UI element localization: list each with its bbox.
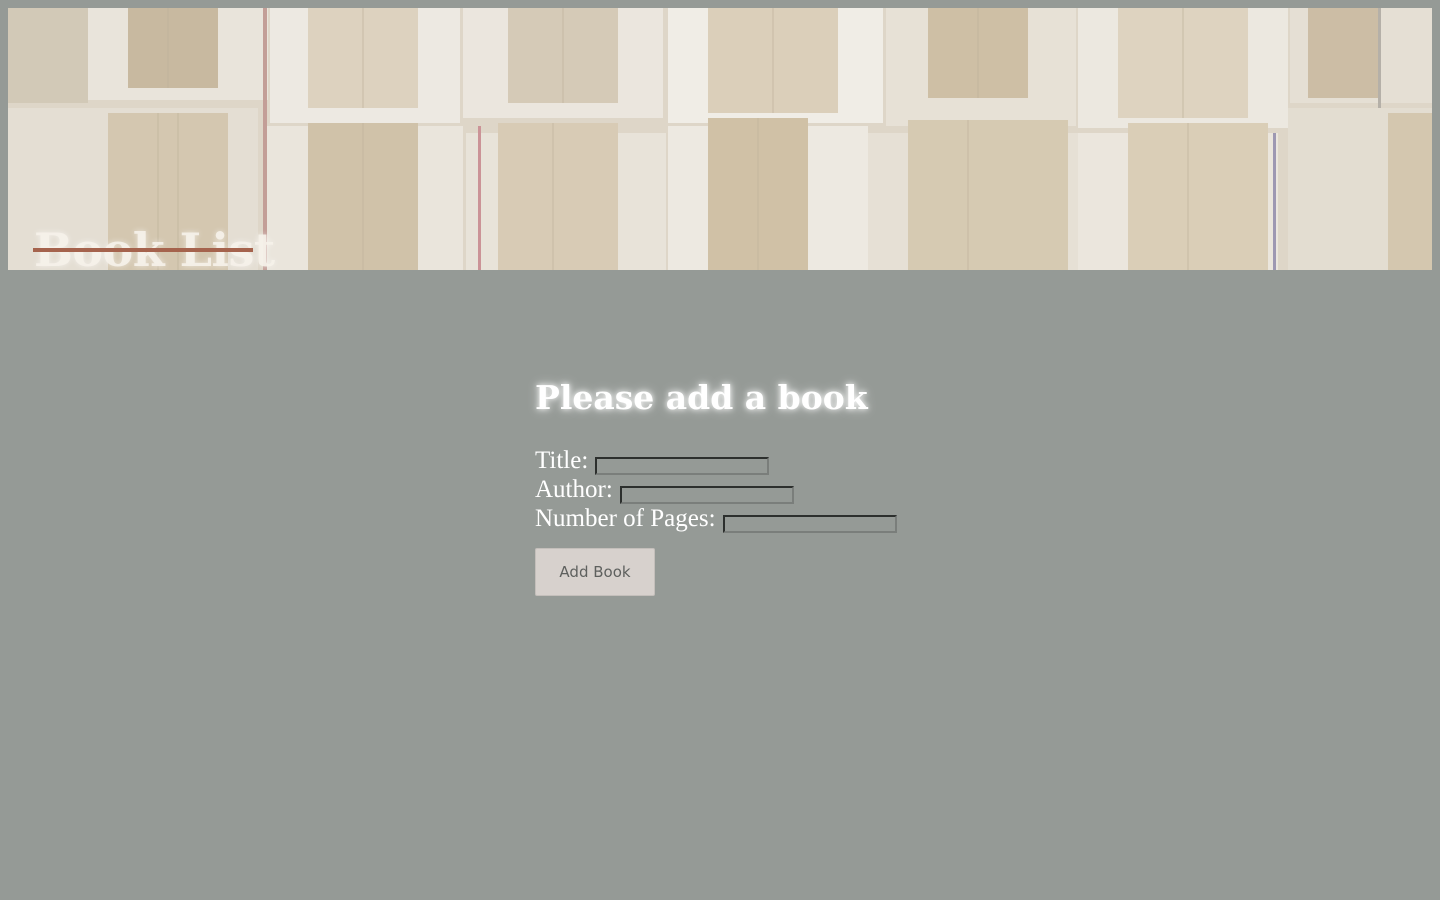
add-book-form: Please add a book Title: Author: Number … (535, 370, 1035, 596)
site-title: Book List (34, 223, 275, 270)
author-label: Author: (535, 476, 613, 503)
pages-field-row: Number of Pages: (535, 504, 1035, 533)
author-input[interactable] (619, 486, 794, 504)
title-field-row: Title: (535, 446, 1035, 475)
form-fields: Title: Author: Number of Pages: (535, 446, 1035, 533)
pages-input[interactable] (722, 515, 897, 533)
title-input[interactable] (595, 457, 770, 475)
form-heading: Please add a book (535, 378, 868, 417)
author-field-row: Author: (535, 475, 1035, 504)
add-book-button[interactable]: Add Book (535, 548, 655, 596)
title-strikethrough-line (33, 248, 253, 252)
title-label: Title: (535, 447, 589, 474)
header-banner: Book List (8, 8, 1432, 270)
pages-label: Number of Pages: (535, 505, 716, 532)
